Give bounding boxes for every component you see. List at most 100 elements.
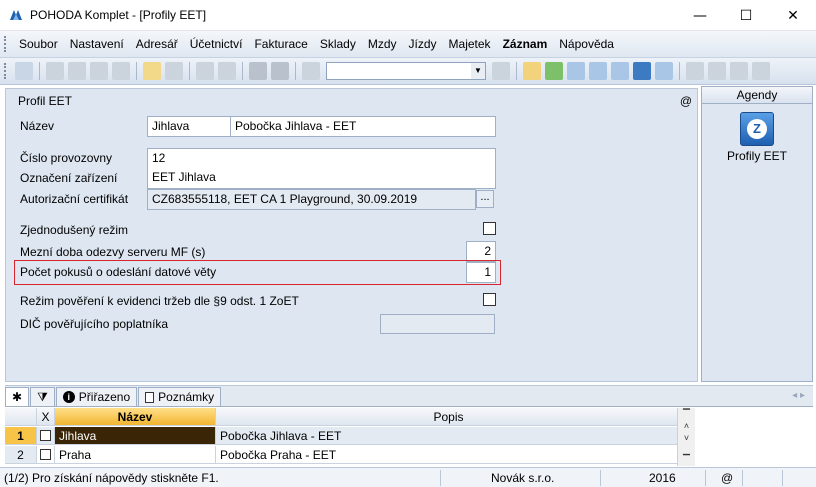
menu-fakturace[interactable]: Fakturace (248, 37, 313, 51)
grid-scrollbar[interactable]: ▔ ˄ ˅ ▁ (677, 408, 695, 466)
status-separator (600, 470, 601, 486)
new-record-icon[interactable] (143, 62, 161, 80)
row-nazev[interactable]: Praha (55, 446, 216, 464)
nazev-detail-input[interactable]: Pobočka Jihlava - EET (230, 116, 496, 137)
tab-prirazeno[interactable]: i Přiřazeno (55, 387, 138, 406)
agendy-item-profily-eet[interactable]: Profily EET (702, 149, 812, 163)
status-separator (742, 470, 743, 486)
zjednoduseny-rezim-checkbox[interactable] (483, 222, 496, 235)
profile-header: Profil EET @ (6, 89, 697, 111)
print-icon[interactable] (68, 62, 86, 80)
status-year: 2016 (649, 471, 676, 485)
scroll-up-icon[interactable]: ˄ (678, 420, 695, 432)
profily-eet-icon[interactable]: Z (740, 112, 774, 146)
rezim-povereni-checkbox[interactable] (483, 293, 496, 306)
arrow-right-icon[interactable] (218, 62, 236, 80)
dic-poverujiciho-input[interactable] (380, 314, 495, 334)
iban-icon[interactable] (633, 62, 651, 80)
toolbar: ▼ (0, 58, 816, 85)
section-title: Profil EET (18, 94, 73, 108)
status-help-text: (1/2) Pro získání nápovědy stiskněte F1. (4, 471, 219, 485)
minimize-button[interactable]: — (677, 0, 723, 31)
table-icon[interactable] (611, 62, 629, 80)
menu-adresar[interactable]: Adresář (130, 37, 184, 51)
copy-record-icon[interactable] (46, 62, 64, 80)
tab-filter[interactable]: ⧩ (30, 387, 55, 406)
row-nazev[interactable]: Jihlava (55, 427, 216, 445)
money-icon[interactable] (545, 62, 563, 80)
scroll-down-icon[interactable]: ˅ (678, 432, 695, 444)
zjednoduseny-rezim-label: Zjednodušený režim (20, 223, 129, 237)
nazev-input[interactable]: Jihlava (147, 116, 231, 137)
table-row[interactable]: 1 Jihlava Pobočka Jihlava - EET (5, 427, 695, 445)
cislo-provozovny-input[interactable]: 12 (147, 148, 496, 169)
tab-prirazeno-label: Přiřazeno (78, 390, 131, 404)
mezni-doba-input[interactable]: 2 (466, 241, 496, 262)
help-icon[interactable] (752, 62, 770, 80)
bank-icon[interactable] (655, 62, 673, 80)
quick-search-combo[interactable]: ▼ (326, 62, 486, 80)
document-icon[interactable] (708, 62, 726, 80)
tab-scroll-arrows[interactable]: ◂ ▸ (792, 390, 805, 401)
menu-zaznam[interactable]: Záznam (497, 37, 554, 51)
agenda-list-icon[interactable] (15, 62, 33, 80)
col-x-header[interactable]: X (37, 408, 55, 426)
scroll-top-icon[interactable]: ▔ (678, 408, 695, 420)
close-button[interactable]: ✕ (770, 0, 816, 31)
calculator-icon[interactable] (589, 62, 607, 80)
save-copy-icon[interactable] (271, 62, 289, 80)
arrow-left-icon[interactable] (196, 62, 214, 80)
menu-nastaveni[interactable]: Nastavení (64, 37, 130, 51)
at-icon[interactable]: @ (680, 94, 692, 108)
asterisk-icon: ✱ (12, 390, 23, 404)
maximize-button[interactable]: ☐ (723, 0, 769, 31)
col-nazev-header[interactable]: Název (55, 408, 216, 426)
tab-poznamky[interactable]: Poznámky (138, 387, 222, 406)
note-icon[interactable] (730, 62, 748, 80)
save-icon[interactable] (249, 62, 267, 80)
table-row[interactable]: 2 Praha Pobočka Praha - EET (5, 446, 695, 464)
status-at: @ (721, 471, 734, 485)
bookmark-icon[interactable] (523, 62, 541, 80)
export-icon[interactable] (112, 62, 130, 80)
autorizacni-certifikat-input[interactable]: CZ683555118, EET CA 1 Playground, 30.09.… (147, 189, 476, 210)
row-popis[interactable]: Pobočka Jihlava - EET (216, 427, 682, 445)
edit-record-icon[interactable] (165, 62, 183, 80)
status-company: Novák s.r.o. (491, 471, 555, 485)
toolbar-separator (679, 62, 680, 80)
pocet-pokusu-label: Počet pokusů o odeslání datové věty (20, 265, 217, 279)
toolbar-separator (242, 62, 243, 80)
menu-grip[interactable] (4, 36, 7, 52)
clipboard-icon[interactable] (302, 62, 320, 80)
certifikat-browse-button[interactable]: ... (476, 190, 494, 208)
filter-icon[interactable] (492, 62, 510, 80)
row-number: 2 (5, 446, 37, 464)
message-icon[interactable] (686, 62, 704, 80)
tab-all[interactable]: ✱ (5, 387, 30, 406)
row-popis[interactable]: Pobočka Praha - EET (216, 446, 682, 464)
oznaceni-zarizeni-input[interactable]: EET Jihlava (147, 168, 496, 189)
chevron-down-icon[interactable]: ▼ (471, 63, 485, 79)
status-separator (705, 470, 706, 486)
calendar-icon[interactable] (567, 62, 585, 80)
menu-napoveda[interactable]: Nápověda (553, 37, 620, 51)
menu-ucetnictvi[interactable]: Účetnictví (184, 37, 249, 51)
toolbar-separator (295, 62, 296, 80)
row-checkbox[interactable] (37, 427, 55, 445)
menu-majetek[interactable]: Majetek (443, 37, 497, 51)
scroll-bottom-icon[interactable]: ▁ (678, 444, 695, 456)
grid-corner (5, 408, 37, 426)
menu-soubor[interactable]: Soubor (13, 37, 64, 51)
cislo-provozovny-label: Číslo provozovny (20, 151, 113, 165)
col-popis-header[interactable]: Popis (216, 408, 682, 426)
menu-mzdy[interactable]: Mzdy (362, 37, 403, 51)
toolbar-grip[interactable] (4, 63, 7, 79)
row-checkbox[interactable] (37, 446, 55, 464)
menu-jizdy[interactable]: Jízdy (403, 37, 443, 51)
print-preview-icon[interactable] (90, 62, 108, 80)
pocet-pokusu-input[interactable]: 1 (466, 262, 496, 283)
toolbar-separator (516, 62, 517, 80)
status-bar: (1/2) Pro získání nápovědy stiskněte F1.… (0, 467, 816, 487)
menu-sklady[interactable]: Sklady (314, 37, 362, 51)
window-title: POHODA Komplet - [Profily EET] (30, 8, 207, 22)
